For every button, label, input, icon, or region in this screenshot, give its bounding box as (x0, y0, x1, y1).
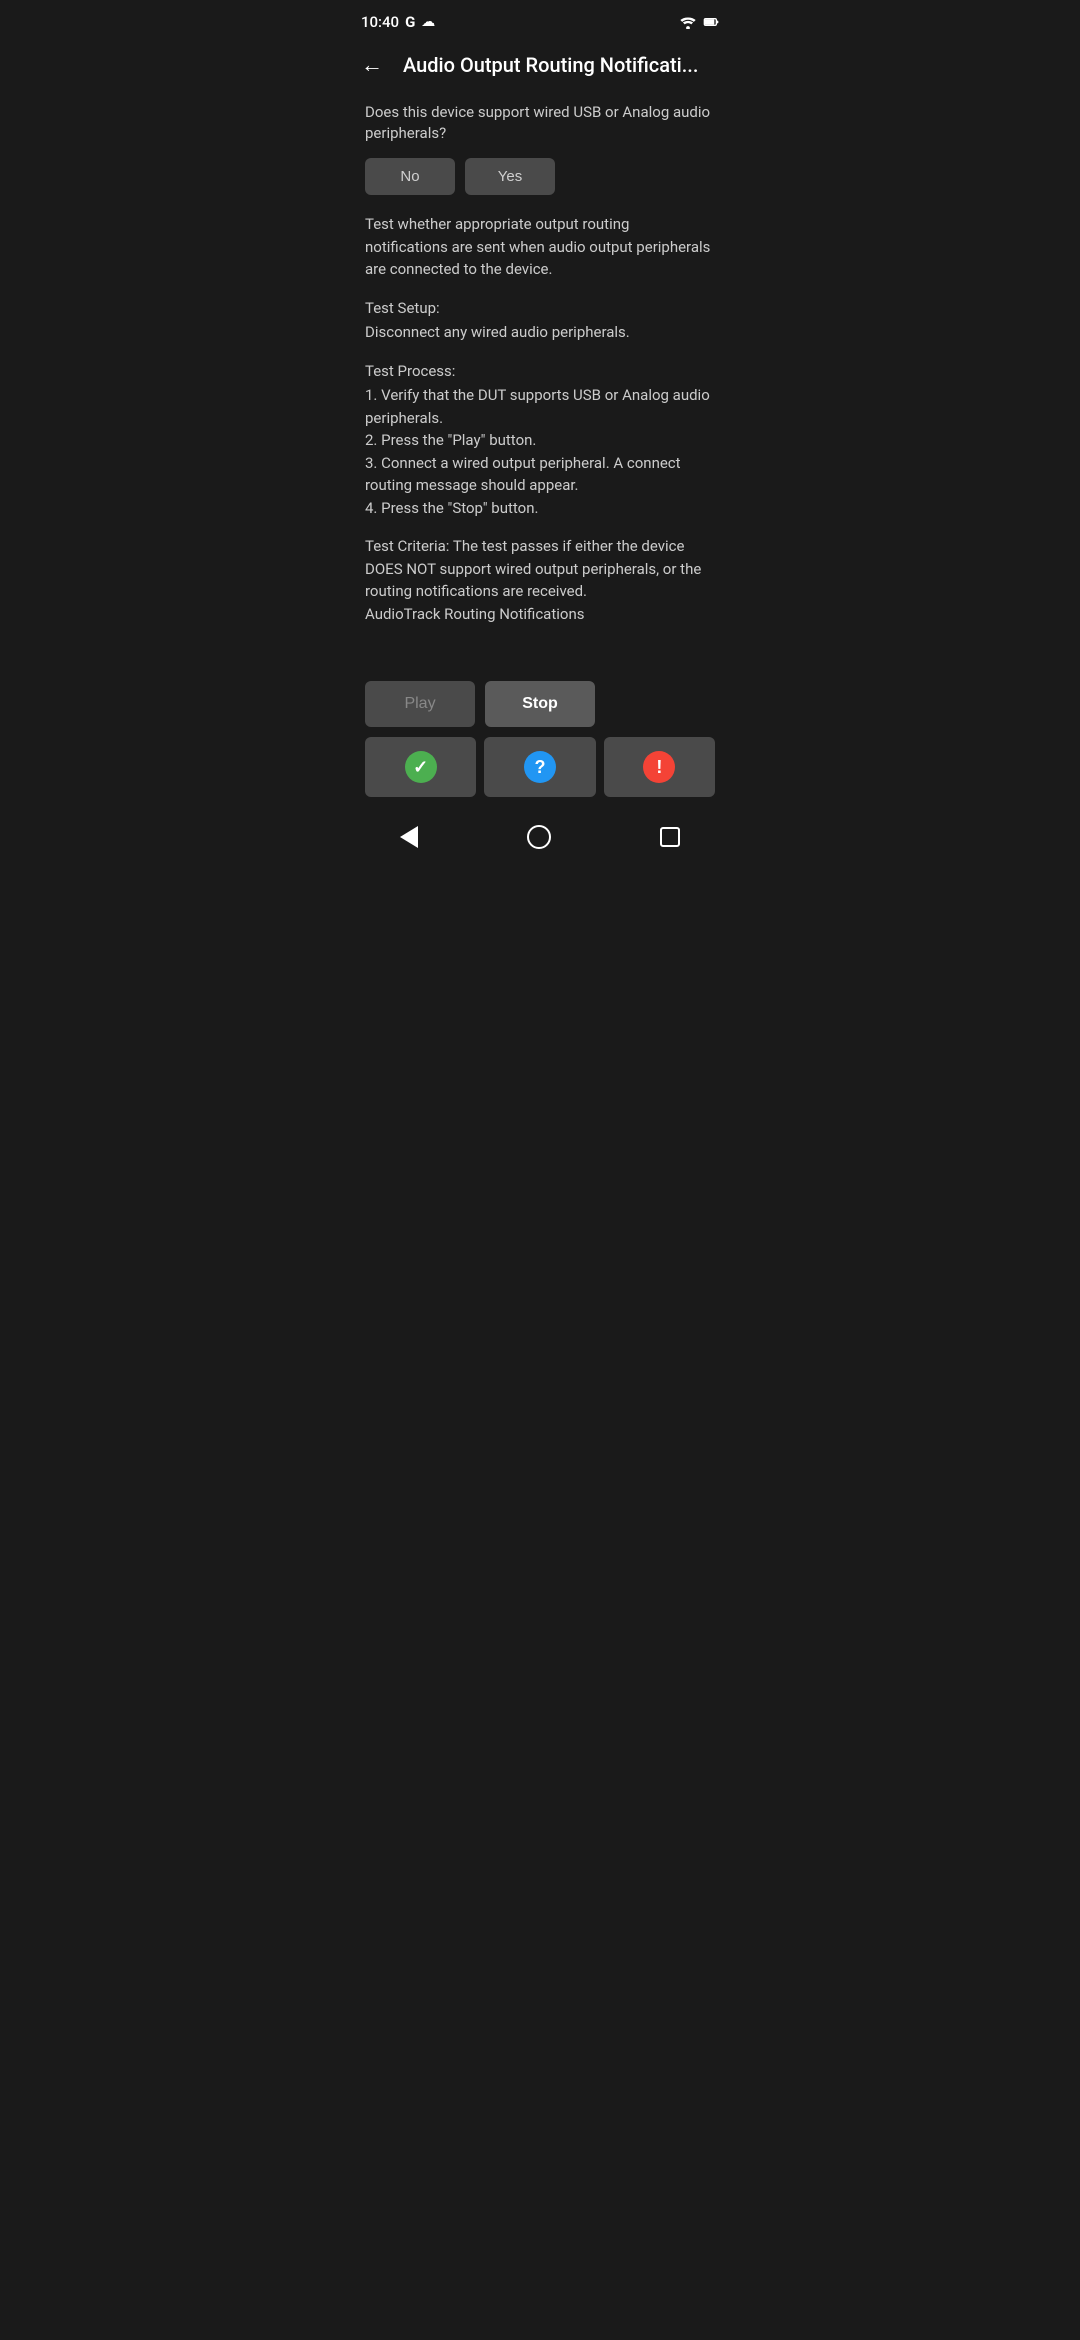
test-process-body: 1. Verify that the DUT supports USB or A… (365, 386, 710, 517)
test-process-section: Test Process: 1. Verify that the DUT sup… (365, 360, 715, 520)
pass-button[interactable]: ✓ (365, 737, 476, 797)
yes-button[interactable]: Yes (465, 158, 555, 195)
stop-button[interactable]: Stop (485, 681, 595, 727)
question-text: Does this device support wired USB or An… (365, 102, 715, 144)
google-icon: G (405, 13, 415, 31)
no-button[interactable]: No (365, 158, 455, 195)
test-criteria-title: Test Criteria: (365, 537, 449, 555)
toolbar: ← Audio Output Routing Notificati... (345, 40, 735, 94)
main-content: Does this device support wired USB or An… (345, 94, 735, 665)
test-process-title: Test Process: (365, 360, 715, 383)
cloud-icon: ☁ (421, 14, 435, 30)
play-button[interactable]: Play (365, 681, 475, 727)
bottom-controls: Play Stop ✓ ? ! (345, 665, 735, 805)
description-text: Test whether appropriate output routing … (365, 213, 715, 281)
battery-icon (703, 14, 719, 30)
test-setup-body: Disconnect any wired audio peripherals. (365, 323, 630, 341)
play-stop-row: Play Stop (365, 681, 715, 727)
wifi-icon (679, 15, 697, 29)
status-bar-right (679, 14, 719, 30)
test-setup-title: Test Setup: (365, 297, 715, 320)
status-bar: 10:40 G ☁ (345, 0, 735, 40)
test-setup-section: Test Setup: Disconnect any wired audio p… (365, 297, 715, 344)
page-title: Audio Output Routing Notificati... (403, 53, 719, 77)
info-button[interactable]: ? (484, 737, 595, 797)
nav-back-icon (400, 826, 418, 848)
back-button[interactable]: ← (353, 48, 391, 82)
fail-button[interactable]: ! (604, 737, 715, 797)
result-buttons-row: ✓ ? ! (365, 737, 715, 797)
nav-home-button[interactable] (507, 817, 571, 857)
nav-bar (345, 805, 735, 873)
status-time: 10:40 (361, 13, 399, 31)
fail-icon: ! (643, 751, 675, 783)
nav-back-button[interactable] (380, 818, 438, 856)
test-criteria-section: Test Criteria: The test passes if either… (365, 535, 715, 625)
status-bar-left: 10:40 G ☁ (361, 13, 435, 31)
nav-recent-icon (660, 827, 680, 847)
nav-recent-button[interactable] (640, 819, 700, 855)
yn-buttons-row: No Yes (365, 158, 715, 195)
nav-home-icon (527, 825, 551, 849)
pass-icon: ✓ (405, 751, 437, 783)
info-icon: ? (524, 751, 556, 783)
